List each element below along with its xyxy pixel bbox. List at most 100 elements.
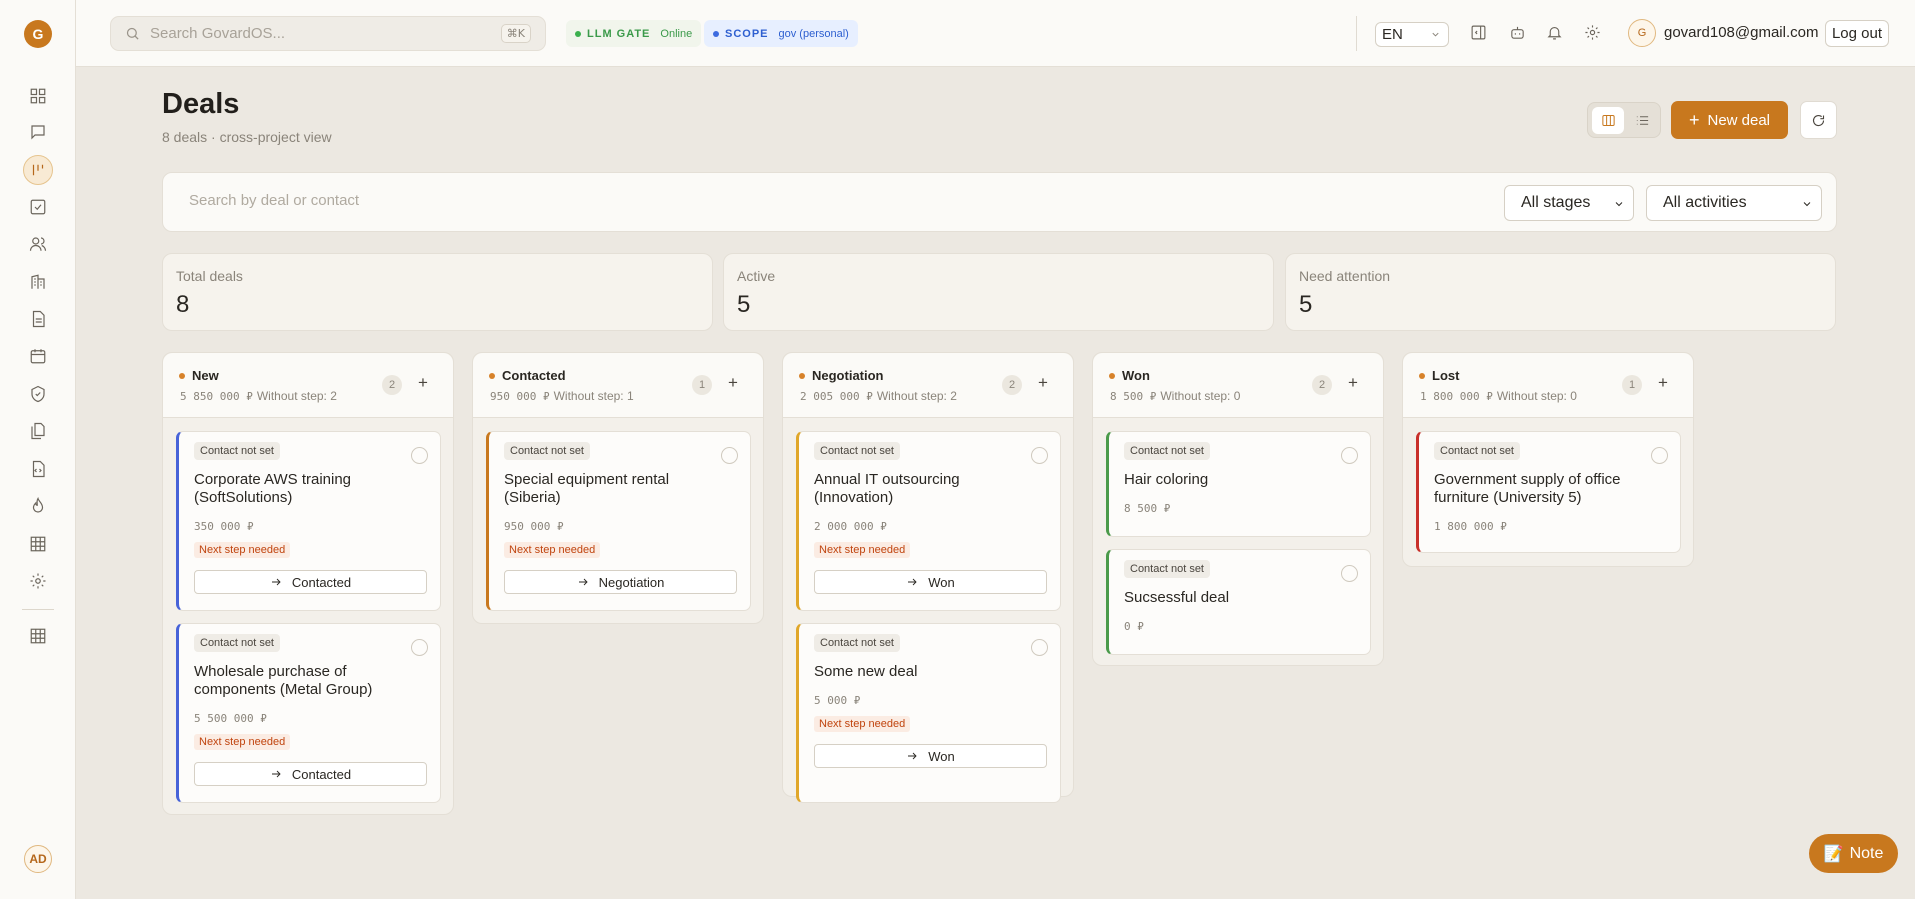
- move-stage-button[interactable]: Negotiation: [504, 570, 737, 594]
- deal-card[interactable]: Contact not set Special equipment rental …: [486, 431, 751, 611]
- chat-icon[interactable]: [23, 117, 53, 147]
- move-stage-button[interactable]: Won: [814, 570, 1047, 594]
- security-icon[interactable]: [23, 379, 53, 409]
- move-stage-label: Negotiation: [598, 574, 665, 590]
- column-header: Won 8 500 ₽ Without step: 0 2 +: [1093, 353, 1383, 418]
- refresh-button[interactable]: [1800, 101, 1837, 139]
- documents-icon[interactable]: [23, 304, 53, 334]
- deal-card[interactable]: Contact not set Hair coloring 8 500 ₽: [1106, 431, 1371, 537]
- arrow-right-icon: [578, 578, 588, 586]
- new-deal-button[interactable]: + New deal: [1671, 101, 1788, 139]
- select-radio[interactable]: [411, 447, 428, 464]
- deal-name: Special equipment rental (Siberia): [504, 471, 670, 506]
- stage-filter-select[interactable]: All stages: [1504, 185, 1634, 221]
- chevron-down-icon: [1615, 202, 1623, 207]
- kanban-view-button[interactable]: [1592, 107, 1624, 134]
- user-avatar[interactable]: G: [1628, 19, 1656, 47]
- columns-icon: [1601, 115, 1615, 126]
- deal-card[interactable]: Contact not set Government supply of offi…: [1416, 431, 1681, 553]
- companies-icon[interactable]: [23, 267, 53, 297]
- bot-icon[interactable]: [1507, 22, 1527, 42]
- grid-icon[interactable]: [23, 621, 53, 651]
- table-icon[interactable]: [23, 529, 53, 559]
- next-step-warning: Next step needed: [814, 542, 911, 558]
- plus-icon: +: [1688, 109, 1700, 130]
- note-label: Note: [1849, 844, 1884, 862]
- move-stage-button[interactable]: Contacted: [194, 570, 427, 594]
- tasks-icon[interactable]: [23, 192, 53, 222]
- deal-card[interactable]: Contact not set Corporate AWS training (S…: [176, 431, 441, 611]
- add-deal-button[interactable]: +: [1348, 373, 1358, 393]
- user-avatar[interactable]: AD: [24, 845, 52, 873]
- add-deal-button[interactable]: +: [1658, 373, 1668, 393]
- stage-dot: [179, 373, 185, 379]
- llm-gate-badge: LLM GATE Online: [566, 20, 702, 47]
- select-radio[interactable]: [1341, 565, 1358, 582]
- deal-card[interactable]: Contact not set Annual IT outsourcing (In…: [796, 431, 1061, 611]
- scope-badge[interactable]: SCOPE gov (personal): [704, 20, 858, 47]
- bell-icon[interactable]: [1544, 22, 1564, 42]
- stat-label: Total deals: [176, 268, 243, 284]
- move-stage-button[interactable]: Won: [814, 744, 1047, 768]
- column-without-step: Without step: 1: [553, 389, 634, 403]
- column-without-step: Without step: 2: [876, 389, 957, 403]
- deal-amount: 5 500 000 ₽: [194, 712, 267, 725]
- settings-icon[interactable]: [23, 566, 53, 596]
- calendar-icon[interactable]: [23, 341, 53, 371]
- select-radio[interactable]: [1651, 447, 1668, 464]
- filter-bar: Search by deal or contact All stages All…: [162, 172, 1837, 232]
- stat-label: Need attention: [1299, 268, 1391, 284]
- column-header: New 5 850 000 ₽ Without step: 2 2 +: [163, 353, 453, 418]
- language-value: EN: [1382, 26, 1403, 43]
- select-radio[interactable]: [1031, 639, 1048, 656]
- kanban-column-negotiation: Negotiation 2 005 000 ₽ Without step: 2 2 + C…: [782, 352, 1074, 803]
- kanban-column-new: New 5 850 000 ₽ Without step: 2 2 + Contact n…: [162, 352, 454, 815]
- column-amount-value: 2 005 000 ₽: [800, 390, 873, 403]
- deals-kanban-icon[interactable]: [23, 155, 53, 185]
- move-stage-button[interactable]: Contacted: [194, 762, 427, 786]
- select-radio[interactable]: [721, 447, 738, 464]
- global-search-input[interactable]: Search GovardOS... ⌘K: [110, 16, 546, 51]
- list-view-button[interactable]: [1626, 107, 1658, 134]
- deal-name: Some new deal: [814, 663, 918, 680]
- status-dot: [575, 30, 581, 37]
- logout-button[interactable]: Log out: [1825, 20, 1889, 47]
- app-logo[interactable]: G: [24, 20, 52, 48]
- deal-card[interactable]: Contact not set Wholesale purchase of com…: [176, 623, 441, 803]
- add-deal-button[interactable]: +: [1038, 373, 1048, 393]
- list-icon: [1636, 116, 1648, 125]
- fire-icon[interactable]: [23, 491, 53, 521]
- deal-amount: 8 500 ₽: [1124, 502, 1171, 515]
- contacts-icon[interactable]: [23, 229, 53, 259]
- gear-icon[interactable]: [1582, 22, 1602, 42]
- column-without-step: Without step: 2: [256, 389, 337, 403]
- column-amount-value: 5 850 000 ₽: [180, 390, 253, 403]
- arrow-right-icon: [271, 578, 281, 586]
- column-header: Contacted 950 000 ₽ Without step: 1 1 +: [473, 353, 763, 418]
- column-count-badge: 2: [1312, 375, 1332, 395]
- contact-badge: Contact not set: [194, 442, 280, 460]
- files-icon[interactable]: [23, 416, 53, 446]
- move-stage-label: Contacted: [291, 766, 352, 782]
- select-radio[interactable]: [1341, 447, 1358, 464]
- gate-label: LLM GATE: [587, 27, 651, 40]
- column-title: Lost: [1432, 368, 1460, 383]
- deal-search-input[interactable]: Search by deal or contact: [189, 192, 359, 209]
- column-amount-value: 1 800 000 ₽: [1420, 390, 1493, 403]
- select-radio[interactable]: [411, 639, 428, 656]
- activity-filter-select[interactable]: All activities: [1646, 185, 1822, 221]
- note-button[interactable]: 📝 Note: [1809, 834, 1898, 873]
- add-deal-button[interactable]: +: [418, 373, 428, 393]
- select-radio[interactable]: [1031, 447, 1048, 464]
- deal-card[interactable]: Contact not set Sucsessful deal 0 ₽: [1106, 549, 1371, 655]
- add-deal-button[interactable]: +: [728, 373, 738, 393]
- code-file-icon[interactable]: [23, 454, 53, 484]
- panel-toggle-icon[interactable]: [1468, 22, 1488, 42]
- dashboard-icon[interactable]: [23, 81, 53, 111]
- language-select[interactable]: EN: [1375, 22, 1449, 47]
- column-header: Lost 1 800 000 ₽ Without step: 0 1 +: [1403, 353, 1693, 418]
- move-stage-label: Won: [928, 748, 955, 764]
- next-step-warning: Next step needed: [194, 542, 291, 558]
- next-step-warning: Next step needed: [194, 734, 291, 750]
- deal-card[interactable]: Contact not set Some new deal 5 000 ₽ Next …: [796, 623, 1061, 803]
